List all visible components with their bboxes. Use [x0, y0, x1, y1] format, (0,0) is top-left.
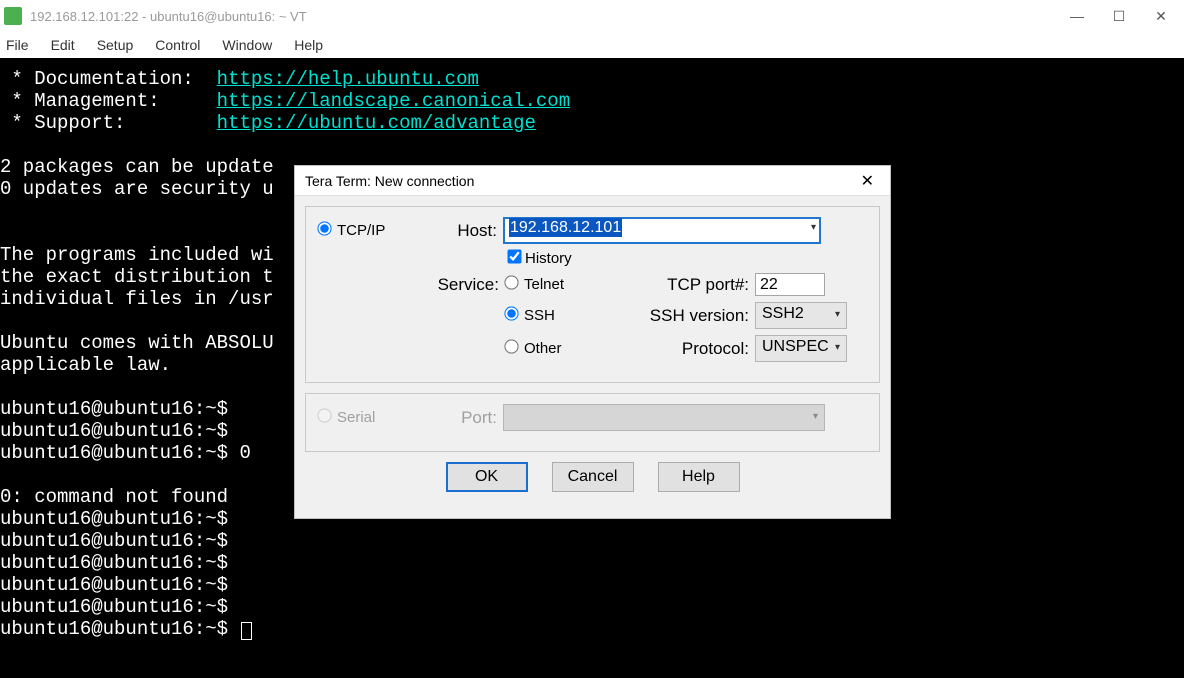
chevron-down-icon[interactable]: ▾ — [835, 309, 840, 320]
window-title: 192.168.12.101:22 - ubuntu16@ubuntu16: ~… — [30, 9, 1070, 24]
dialog-titlebar: Tera Term: New connection ✕ — [295, 166, 890, 196]
term-line: applicable law. — [0, 354, 171, 376]
cancel-button[interactable]: Cancel — [552, 462, 634, 492]
link-landscape[interactable]: https://landscape.canonical.com — [217, 90, 570, 112]
term-prompt: ubuntu16@ubuntu16:~$ — [0, 618, 228, 640]
chevron-down-icon[interactable]: ▾ — [811, 222, 816, 233]
link-advantage[interactable]: https://ubuntu.com/advantage — [217, 112, 536, 134]
term-prompt: ubuntu16@ubuntu16:~$ — [0, 552, 228, 574]
term-line: 0 updates are security u — [0, 178, 274, 200]
sshversion-label: SSH version: — [595, 306, 755, 326]
term-line: individual files in /usr — [0, 288, 274, 310]
tcpport-label: TCP port#: — [635, 275, 755, 295]
term-prompt: ubuntu16@ubuntu16:~$ — [0, 530, 228, 552]
serial-port-select: ▾ — [503, 404, 825, 431]
radio-serial[interactable]: Serial — [318, 409, 375, 426]
menu-setup[interactable]: Setup — [95, 35, 136, 55]
radio-serial-input — [317, 408, 331, 422]
history-checkbox[interactable]: History — [508, 250, 572, 267]
new-connection-dialog: Tera Term: New connection ✕ TCP/IP Host:… — [294, 165, 891, 519]
term-line: 0: command not found — [0, 486, 228, 508]
minimize-button[interactable]: — — [1070, 9, 1084, 23]
radio-other-input[interactable] — [504, 339, 518, 353]
radio-telnet[interactable]: Telnet — [505, 276, 564, 293]
menu-edit[interactable]: Edit — [49, 35, 77, 55]
radio-other[interactable]: Other — [505, 340, 562, 357]
menubar: File Edit Setup Control Window Help — [0, 32, 1184, 58]
radio-tcpip-input[interactable] — [317, 221, 331, 235]
term-prompt: ubuntu16@ubuntu16:~$ — [0, 508, 228, 530]
protocol-select[interactable]: UNSPEC ▾ — [755, 335, 847, 362]
history-checkbox-input[interactable] — [507, 249, 521, 263]
term-line: 2 packages can be update — [0, 156, 274, 178]
term-line: Ubuntu comes with ABSOLU — [0, 332, 274, 354]
host-combobox[interactable]: 192.168.12.101 ▾ — [503, 217, 821, 244]
dialog-title: Tera Term: New connection — [305, 173, 855, 189]
menu-file[interactable]: File — [4, 35, 31, 55]
term-prompt: ubuntu16@ubuntu16:~$ — [0, 574, 228, 596]
tcpip-group: TCP/IP Host: 192.168.12.101 ▾ History Se… — [305, 206, 880, 383]
menu-window[interactable]: Window — [220, 35, 274, 55]
term-prompt: ubuntu16@ubuntu16:~$ 0 — [0, 442, 251, 464]
chevron-down-icon: ▾ — [813, 411, 818, 422]
app-icon — [4, 7, 22, 25]
term-prompt: ubuntu16@ubuntu16:~$ — [0, 420, 228, 442]
maximize-button[interactable]: ☐ — [1112, 9, 1126, 23]
term-prompt: ubuntu16@ubuntu16:~$ — [0, 398, 228, 420]
sshversion-select[interactable]: SSH2 ▾ — [755, 302, 847, 329]
radio-ssh-input[interactable] — [504, 306, 518, 320]
radio-ssh[interactable]: SSH — [505, 307, 555, 324]
term-mgmt-label: * Management: — [0, 90, 217, 112]
menu-help[interactable]: Help — [292, 35, 325, 55]
term-line: The programs included wi — [0, 244, 274, 266]
host-value: 192.168.12.101 — [509, 218, 622, 237]
ok-button[interactable]: OK — [446, 462, 528, 492]
term-prompt: ubuntu16@ubuntu16:~$ — [0, 596, 228, 618]
chevron-down-icon[interactable]: ▾ — [835, 342, 840, 353]
radio-tcpip[interactable]: TCP/IP — [318, 222, 385, 239]
host-label: Host: — [448, 221, 503, 241]
link-help-ubuntu[interactable]: https://help.ubuntu.com — [217, 68, 479, 90]
term-sup-label: * Support: — [0, 112, 217, 134]
window-titlebar: 192.168.12.101:22 - ubuntu16@ubuntu16: ~… — [0, 0, 1184, 32]
close-button[interactable]: ✕ — [1154, 9, 1168, 23]
cursor-icon — [241, 622, 252, 640]
help-button[interactable]: Help — [658, 462, 740, 492]
term-doc-label: * Documentation: — [0, 68, 217, 90]
serial-group: Serial Port: ▾ — [305, 393, 880, 452]
tcpport-input[interactable] — [755, 273, 825, 296]
radio-telnet-input[interactable] — [504, 275, 518, 289]
menu-control[interactable]: Control — [153, 35, 202, 55]
service-label: Service: — [318, 275, 505, 295]
dialog-close-button[interactable]: ✕ — [855, 171, 880, 191]
port-label: Port: — [448, 408, 503, 428]
term-line: the exact distribution t — [0, 266, 274, 288]
protocol-label: Protocol: — [625, 339, 755, 359]
